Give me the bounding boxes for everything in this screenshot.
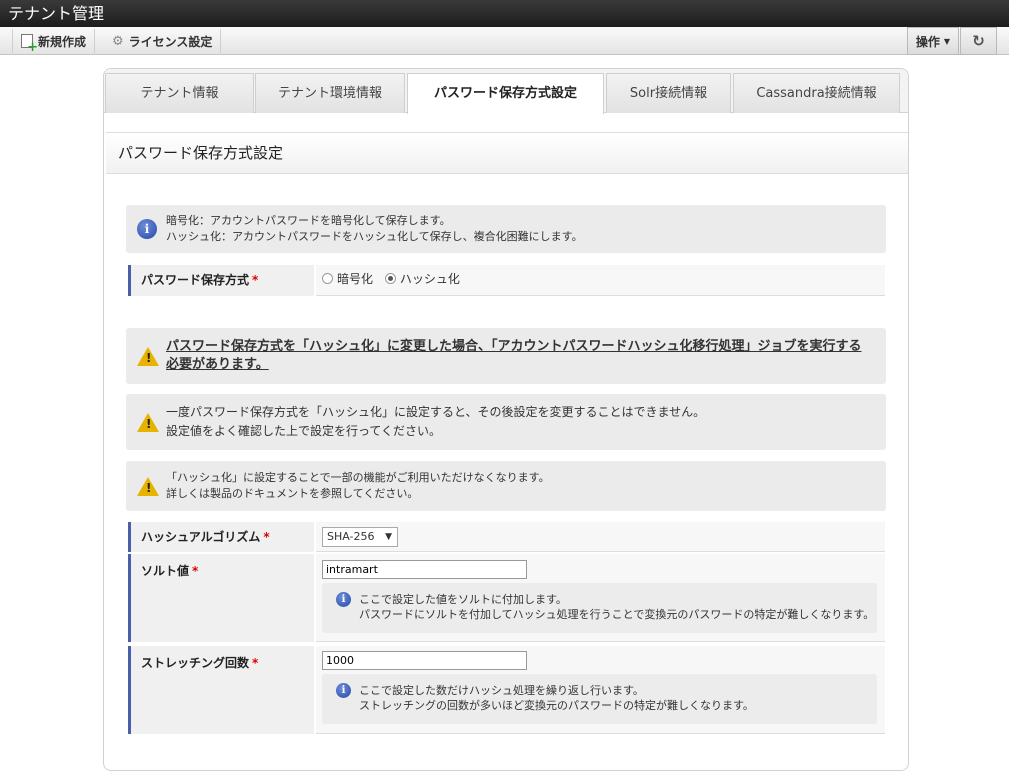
hash-algorithm-selected: SHA-256 [327,530,375,543]
warning-icon [137,412,159,432]
radio-hash-circle[interactable] [384,273,396,284]
tab-password-storage[interactable]: パスワード保存方式設定 [407,73,604,114]
warning-icon [137,346,159,366]
hash-algorithm-select[interactable]: SHA-256 ▼ [322,527,398,547]
salt-input[interactable] [322,560,527,579]
tab-cassandra[interactable]: Cassandra接続情報 [733,73,900,113]
new-button[interactable]: 新規作成 [12,29,96,53]
stretching-value: i ここで設定した数だけハッシュ処理を繰り返し行います。 ストレッチングの回数が… [316,646,885,734]
required-mark: * [192,564,199,578]
required-mark: * [252,273,259,287]
license-settings-button[interactable]: ⚙ ライセンス設定 [104,29,222,53]
toolbar: 新規作成 ⚙ ライセンス設定 操作 ▼ ↻ [0,27,1009,55]
info-icon: i [336,592,351,607]
storage-method-label: パスワード保存方式 * [128,265,314,296]
info-icon: i [336,683,351,698]
stretching-row: ストレッチング回数* i ここで設定した数だけハッシュ処理を繰り返し行います。 … [128,646,885,734]
hash-algorithm-value: SHA-256 ▼ [316,522,885,552]
caret-down-icon: ▼ [943,36,950,46]
app-title-bar: テナント管理 [0,0,1009,27]
salt-label-text: ソルト値 [141,564,190,578]
required-mark: * [263,530,270,544]
new-button-label: 新規作成 [38,34,87,49]
radio-encrypt[interactable]: 暗号化 [322,270,373,287]
radio-encrypt-circle[interactable] [322,273,333,284]
radio-encrypt-label: 暗号化 [337,272,374,286]
gear-icon: ⚙ [112,33,124,49]
storage-method-label-text: パスワード保存方式 [141,273,250,287]
hash-algorithm-label: ハッシュアルゴリズム * [128,522,314,552]
new-document-icon [21,34,38,53]
app-title: テナント管理 [8,4,105,23]
refresh-button[interactable]: ↻ [960,27,997,55]
salt-hint-line-2: パスワードにソルトを付加してハッシュ処理を行うことで変換元のパスワードの特定が難… [359,608,875,621]
hash-algorithm-label-text: ハッシュアルゴリズム [141,530,261,544]
radio-hash[interactable]: ハッシュ化 [384,270,460,287]
warning-irreversible-line-1: 一度パスワード保存方式を「ハッシュ化」に設定すると、その後設定を変更することはで… [166,405,706,419]
radio-hash-label: ハッシュ化 [399,272,460,286]
warning-irreversible-line-2: 設定値をよく確認した上で設定を行ってください。 [166,424,442,438]
tab-solr[interactable]: Solr接続情報 [606,73,731,113]
operation-label: 操作 [915,34,940,49]
tab-bar: テナント情報 テナント環境情報 パスワード保存方式設定 Solr接続情報 Cas… [104,69,908,114]
hash-algorithm-row: ハッシュアルゴリズム * SHA-256 ▼ [128,522,885,552]
salt-label: ソルト値 * [128,554,314,642]
info-line-2: ハッシュ化：アカウントパスワードをハッシュ化して保存し、複合化困難にします。 [166,230,583,243]
required-mark: * [252,656,259,670]
storage-method-options: 暗号化 ハッシュ化 [316,265,885,296]
warning-icon [137,476,159,496]
warning-migration-text: パスワード保存方式を「ハッシュ化」に変更した場合、「アカウントパスワードハッシュ… [166,339,862,372]
stretching-hint: i ここで設定した数だけハッシュ処理を繰り返し行います。 ストレッチングの回数が… [322,674,877,724]
salt-hint: i ここで設定した値をソルトに付加します。 パスワードにソルトを付加してハッシュ… [322,583,877,633]
stretching-label-text: ストレッチング回数 [141,656,250,670]
main-panel: テナント情報 テナント環境情報 パスワード保存方式設定 Solr接続情報 Cas… [103,68,909,771]
stretching-hint-line-1: ここで設定した数だけハッシュ処理を繰り返し行います。 [359,684,644,697]
tab-tenant-environment[interactable]: テナント環境情報 [255,73,405,113]
warning-irreversible: 一度パスワード保存方式を「ハッシュ化」に設定すると、その後設定を変更することはで… [126,394,886,450]
dropdown-arrow-icon: ▼ [385,532,392,542]
info-message: i 暗号化：アカウントパスワードを暗号化して保存します。 ハッシュ化：アカウント… [126,205,886,253]
stretching-hint-line-2: ストレッチングの回数が多いほど変換元のパスワードの特定が難しくなります。 [359,699,754,712]
salt-row: ソルト値* i ここで設定した値をソルトに付加します。 パスワードにソルトを付加… [128,554,885,642]
section-title: パスワード保存方式設定 [106,132,908,174]
info-line-1: 暗号化：アカウントパスワードを暗号化して保存します。 [166,214,451,227]
warning-features-line-2: 詳しくは製品のドキュメントを参照してください。 [166,487,419,500]
stretching-label: ストレッチング回数 * [128,646,314,734]
stretching-input[interactable] [322,651,527,670]
license-settings-label: ライセンス設定 [128,34,213,49]
warning-migration: パスワード保存方式を「ハッシュ化」に変更した場合、「アカウントパスワードハッシュ… [126,328,886,384]
salt-hint-line-1: ここで設定した値をソルトに付加します。 [359,593,567,606]
warning-features-line-1: 「ハッシュ化」に設定することで一部の機能がご利用いただけなくなります。 [166,471,550,484]
operation-menu-button[interactable]: 操作 ▼ [906,27,959,55]
salt-value: i ここで設定した値をソルトに付加します。 パスワードにソルトを付加してハッシュ… [316,554,885,642]
storage-method-row: パスワード保存方式 * 暗号化 ハッシュ化 [128,265,885,296]
refresh-icon: ↻ [972,32,985,50]
warning-features: 「ハッシュ化」に設定することで一部の機能がご利用いただけなくなります。 詳しくは… [126,461,886,511]
info-icon: i [137,219,157,239]
tab-tenant-info[interactable]: テナント情報 [105,73,254,113]
